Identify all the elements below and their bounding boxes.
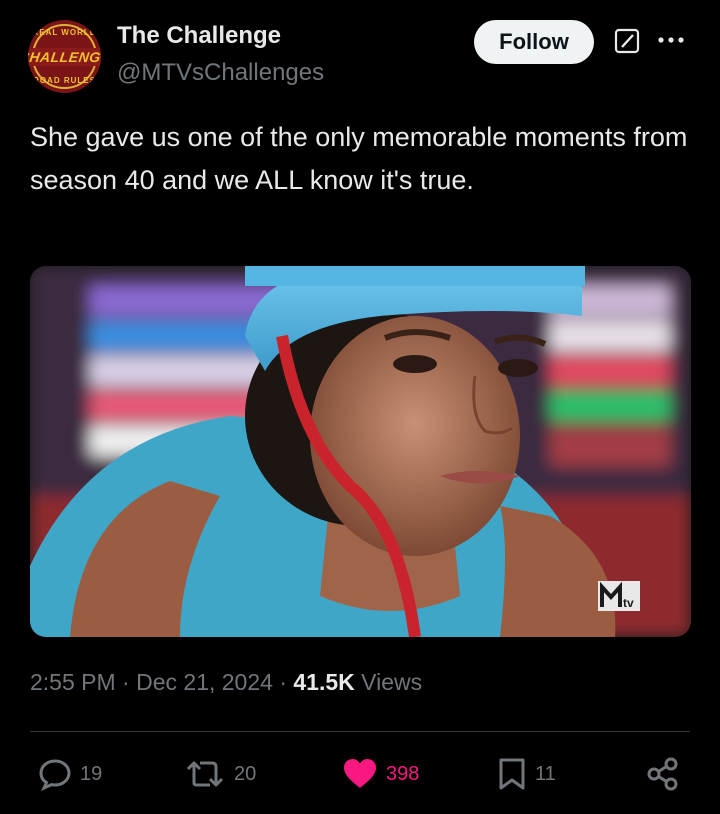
media-frame: tv: [30, 266, 691, 637]
share-icon: [647, 757, 678, 791]
share-button[interactable]: [646, 757, 688, 791]
reply-count: 19: [80, 762, 103, 785]
repost-icon: [186, 761, 224, 787]
tweet-time[interactable]: 2:55 PM: [30, 669, 116, 695]
reply-button[interactable]: 19: [38, 757, 102, 791]
mtv-watermark: tv: [598, 581, 640, 611]
tweet-date[interactable]: Dec 21, 2024: [136, 669, 273, 695]
divider: [30, 731, 690, 732]
more-options-icon[interactable]: [656, 28, 686, 52]
tweet-media-video[interactable]: tv: [30, 266, 691, 637]
avatar-logo-text: CHALLENGE: [28, 47, 101, 66]
heart-icon: [344, 759, 376, 788]
avatar-arc-top: REAL WORLD: [32, 28, 97, 37]
avatar-arc-bottom: ROAD RULES: [33, 76, 96, 85]
repost-button[interactable]: 20: [186, 757, 256, 791]
like-button[interactable]: 398: [342, 757, 419, 791]
bookmark-icon: [499, 758, 525, 790]
account-name[interactable]: The Challenge: [117, 22, 281, 50]
tweet-meta: 2:55 PM · Dec 21, 2024 · 41.5K Views: [30, 669, 422, 696]
account-handle[interactable]: @MTVsChallenges: [117, 59, 324, 87]
views-count: 41.5K: [293, 669, 355, 695]
tweet-text: She gave us one of the only memorable mo…: [30, 122, 688, 195]
follow-button[interactable]: Follow: [474, 20, 594, 64]
repost-count: 20: [234, 762, 257, 785]
account-avatar[interactable]: REAL WORLD CHALLENGE ROAD RULES: [28, 20, 101, 93]
svg-text:tv: tv: [623, 596, 634, 610]
like-count: 398: [386, 762, 420, 785]
meta-separator-2: ·: [272, 669, 294, 695]
grok-icon[interactable]: [614, 28, 640, 54]
views-label: Views: [354, 669, 423, 695]
meta-separator: ·: [115, 669, 137, 695]
bookmark-button[interactable]: 11: [497, 757, 556, 791]
bookmark-count: 11: [535, 762, 556, 785]
reply-icon: [39, 759, 71, 791]
